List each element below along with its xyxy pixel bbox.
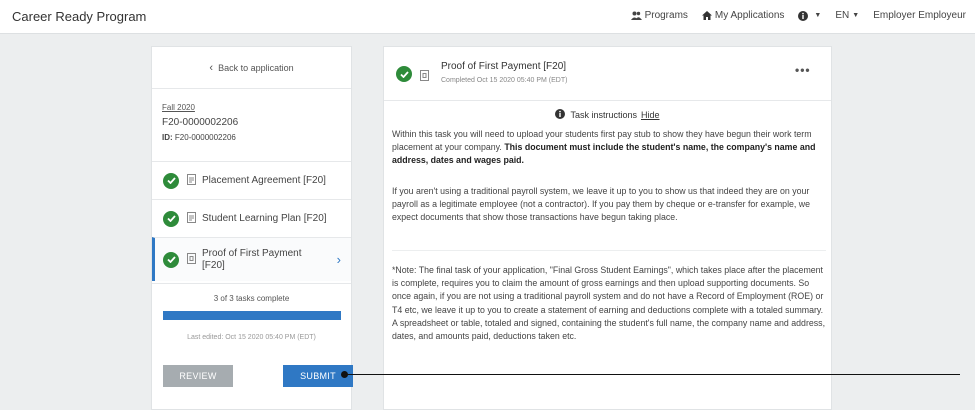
- task-panel: Proof of First Payment [F20] Completed O…: [383, 46, 832, 410]
- chevron-right-icon: ›: [336, 252, 341, 267]
- instructions-label: Task instructions: [570, 110, 637, 120]
- document-icon: [420, 68, 429, 86]
- task-label: Placement Agreement [F20]: [202, 175, 326, 186]
- review-button[interactable]: REVIEW: [163, 365, 233, 387]
- application-id: ID: F20-0000002206: [162, 130, 238, 145]
- task-completed-date: Completed Oct 15 2020 05:40 PM (EDT): [441, 77, 568, 84]
- top-navbar: Career Ready Program Programs My Applica…: [0, 0, 975, 34]
- back-label: Back to application: [218, 62, 294, 73]
- chevron-down-icon: ▼: [852, 12, 860, 19]
- app-title[interactable]: Career Ready Program: [12, 9, 146, 24]
- task-title: Proof of First Payment [F20]: [441, 61, 567, 72]
- progress-bar: [163, 311, 341, 320]
- hide-instructions-link[interactable]: Hide: [641, 110, 660, 120]
- language-label: EN: [835, 10, 850, 21]
- task-label: Proof of First Payment [F20]: [202, 247, 302, 271]
- nav-programs[interactable]: Programs: [630, 10, 688, 21]
- instructions-paragraph-1: Within this task you will need to upload…: [392, 128, 826, 168]
- task-item-student-learning-plan[interactable]: Student Learning Plan [F20]: [152, 199, 351, 237]
- info-icon: [798, 10, 809, 21]
- chevron-left-icon: ‹: [209, 61, 214, 74]
- progress-text: 3 of 3 tasks complete: [213, 294, 290, 303]
- document-icon: [187, 173, 196, 188]
- nav-programs-label: Programs: [644, 10, 688, 21]
- check-circle-icon: [163, 210, 179, 227]
- instructions-note: *Note: The final task of your applicatio…: [392, 265, 826, 342]
- check-circle-icon: [396, 66, 412, 82]
- more-icon[interactable]: •••: [795, 63, 811, 77]
- nav-my-applications-label: My Applications: [714, 10, 785, 21]
- users-icon: [630, 11, 642, 20]
- last-edited: Last edited: Oct 15 2020 05:40 PM (EDT): [187, 334, 316, 341]
- application-code: F20-0000002206: [162, 117, 239, 128]
- application-sidebar: ‹ Back to application Fall 2020 F20-0000…: [151, 46, 353, 410]
- application-meta: Fall 2020 F20-0000002206 ID: F20-0000002…: [162, 100, 238, 145]
- language-dropdown[interactable]: EN ▼: [835, 10, 859, 21]
- progress-bar-fill: [163, 311, 341, 320]
- section-divider: [392, 250, 826, 251]
- nav-my-applications[interactable]: My Applications: [701, 10, 785, 21]
- help-dropdown[interactable]: ▼: [798, 10, 822, 21]
- document-icon: [187, 252, 196, 267]
- nav-menu: Programs My Applications ▼ EN ▼ Employer…: [617, 10, 966, 21]
- callout-line: [345, 374, 960, 375]
- id-value: F20-0000002206: [174, 133, 236, 142]
- home-icon: [701, 11, 712, 20]
- instructions-paragraph-2: If you aren't using a traditional payrol…: [392, 186, 811, 223]
- task-instructions-header: Task instructions Hide: [384, 109, 831, 121]
- info-icon: [555, 109, 566, 121]
- progress-divider: [152, 283, 351, 284]
- chevron-down-icon: ▼: [814, 12, 822, 19]
- document-icon: [187, 211, 196, 226]
- check-circle-icon: [163, 251, 179, 268]
- back-to-application-link[interactable]: ‹ Back to application: [152, 47, 351, 89]
- task-item-proof-of-first-payment[interactable]: Proof of First Payment [F20] ›: [152, 237, 351, 281]
- user-menu[interactable]: Employer Employeur: [873, 10, 966, 21]
- check-circle-icon: [163, 172, 179, 189]
- id-label: ID:: [162, 133, 173, 142]
- user-name: Employer Employeur: [873, 10, 966, 21]
- task-label: Student Learning Plan [F20]: [202, 213, 327, 224]
- term-link[interactable]: Fall 2020: [162, 100, 238, 115]
- task-item-placement-agreement[interactable]: Placement Agreement [F20]: [152, 161, 351, 199]
- task-header: Proof of First Payment [F20] Completed O…: [384, 47, 831, 101]
